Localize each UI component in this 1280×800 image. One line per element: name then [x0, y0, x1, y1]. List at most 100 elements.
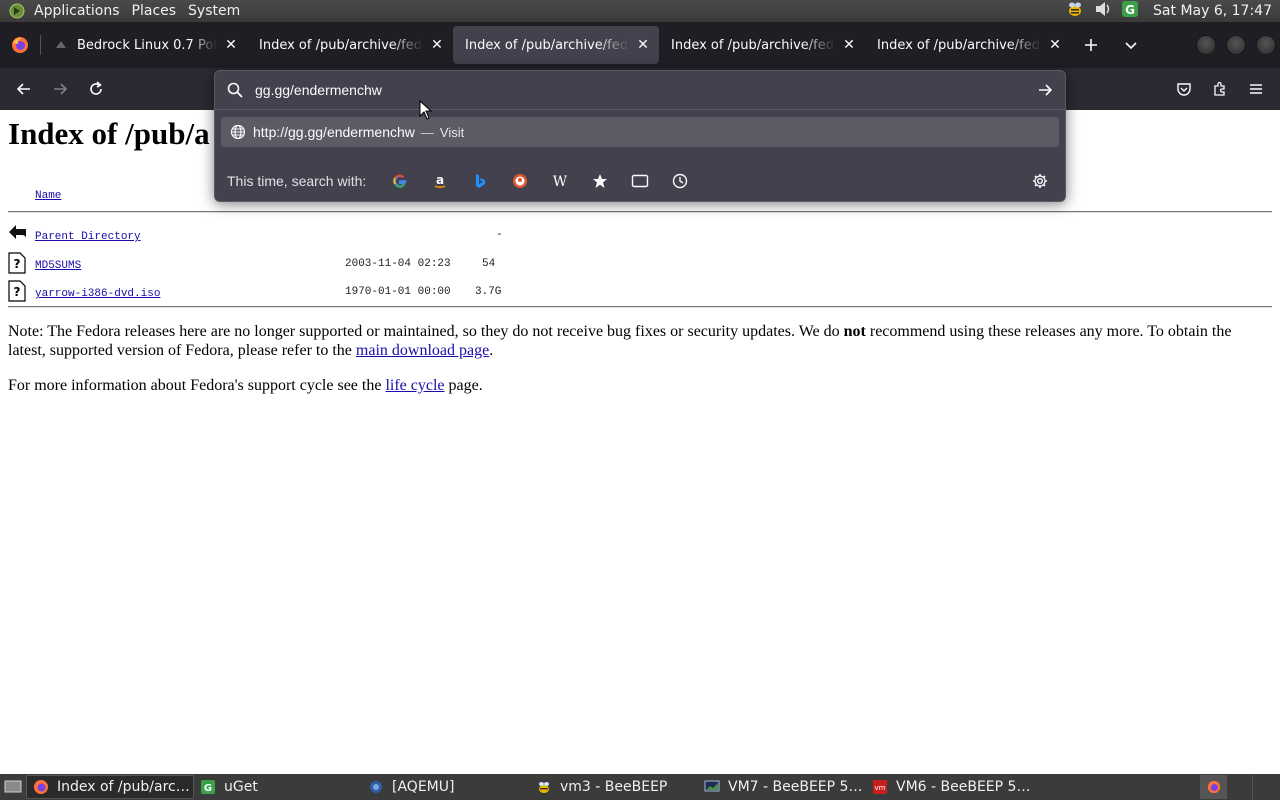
reload-icon — [90, 81, 102, 95]
aqemu-icon — [368, 779, 384, 795]
close-tab-icon[interactable]: ✕ — [841, 37, 857, 53]
workspace-switcher — [1200, 775, 1280, 799]
svg-text:vm: vm — [875, 784, 886, 792]
clock[interactable]: Sat May 6, 17:47 — [1153, 3, 1272, 19]
extensions-button[interactable] — [1202, 73, 1238, 105]
distro-logo-icon[interactable] — [6, 0, 28, 22]
globe-icon — [223, 124, 253, 140]
history-icon[interactable] — [660, 166, 700, 196]
bookmarks-icon[interactable] — [580, 166, 620, 196]
task-label: VM7 - BeeBEEP 5.8.6 — [728, 779, 866, 795]
firefox-logo-icon — [0, 22, 40, 68]
beebeep-icon — [536, 779, 552, 795]
file-date: 2003-11-04 02:23 — [345, 258, 451, 270]
maximize-button[interactable] — [1226, 35, 1246, 55]
task-label: VM6 - BeeBEEP 5.8.6 — [896, 779, 1034, 795]
divider — [215, 109, 1065, 110]
task-label: [AQEMU] — [392, 779, 455, 795]
column-header-name[interactable]: Name — [35, 190, 61, 202]
close-tab-icon[interactable]: ✕ — [429, 37, 445, 53]
tab-title: Index of /pub/archive/fedora/ — [465, 37, 629, 53]
bee-icon[interactable] — [1065, 0, 1085, 22]
amazon-icon[interactable]: a — [420, 166, 460, 196]
go-arrow-icon[interactable] — [1025, 82, 1065, 98]
tab-fedora-1[interactable]: Index of /pub/archive/fedora/ ✕ — [247, 26, 453, 64]
close-tab-icon[interactable]: ✕ — [635, 37, 651, 53]
tab-fedora-4[interactable]: Index of /pub/archive/fedora/ ✕ — [865, 26, 1071, 64]
bing-icon[interactable] — [460, 166, 500, 196]
menu-applications[interactable]: Applications — [28, 0, 126, 22]
svg-text:G: G — [1125, 3, 1135, 17]
wikipedia-icon[interactable]: W — [540, 166, 580, 196]
tab-bar: Bedrock Linux 0.7 Poki li ✕ Index of /pu… — [0, 22, 1280, 68]
taskbar: Index of /pub/archive... G uGet [AQEMU] … — [0, 774, 1280, 800]
file-link-yarrow-iso[interactable]: yarrow-i386-dvd.iso — [35, 288, 160, 300]
uget-tray-icon[interactable]: G — [1121, 0, 1139, 22]
note-text: . — [489, 342, 494, 359]
puzzle-icon — [1214, 81, 1225, 96]
file-date: 1970-01-01 00:00 — [345, 286, 451, 298]
workspace-1[interactable] — [1200, 775, 1226, 799]
svg-text:W: W — [553, 174, 568, 189]
url-suggestion-row[interactable]: http://gg.gg/endermenchw — Visit — [221, 117, 1059, 147]
divider — [8, 211, 1272, 213]
pocket-icon — [1177, 83, 1191, 96]
reload-button[interactable] — [78, 73, 114, 105]
task-uget[interactable]: G uGet — [194, 775, 362, 799]
new-tab-button[interactable] — [1071, 26, 1111, 64]
lifecycle-note: For more information about Fedora's supp… — [8, 376, 1272, 395]
suggestion-action: Visit — [439, 124, 465, 140]
workspace-2[interactable] — [1226, 775, 1252, 799]
file-link-md5sums[interactable]: MD5SUMS — [35, 260, 81, 272]
support-note: Note: The Fedora releases here are no lo… — [8, 322, 1272, 360]
volume-icon[interactable] — [1093, 0, 1113, 22]
close-tab-icon[interactable]: ✕ — [1047, 37, 1063, 53]
url-input[interactable] — [255, 71, 1025, 109]
life-cycle-link[interactable]: life cycle — [385, 377, 444, 394]
tab-bedrock[interactable]: Bedrock Linux 0.7 Poki li ✕ — [41, 26, 247, 64]
pocket-button[interactable] — [1166, 73, 1202, 105]
back-arrow-icon — [16, 83, 30, 95]
back-button[interactable] — [6, 73, 42, 105]
close-window-button[interactable] — [1256, 35, 1276, 55]
search-icon — [215, 82, 255, 98]
minimize-button[interactable] — [1196, 35, 1216, 55]
file-size: - — [496, 229, 503, 241]
task-firefox[interactable]: Index of /pub/archive... — [26, 775, 194, 799]
table-row: Parent Directory - — [8, 225, 608, 251]
firefox-icon — [33, 779, 49, 795]
back-arrow-icon — [8, 223, 28, 245]
file-link-parent-directory[interactable]: Parent Directory — [35, 231, 141, 243]
task-aqemu[interactable]: [AQEMU] — [362, 775, 530, 799]
tabs-icon[interactable] — [620, 166, 660, 196]
page-content: Index of /pub/a Name Parent Directory - … — [0, 110, 1280, 774]
vm-red-icon: vm — [872, 779, 888, 795]
list-all-tabs-button[interactable] — [1111, 26, 1151, 64]
gear-icon[interactable] — [1025, 173, 1055, 189]
vm-monitor-icon — [704, 779, 720, 795]
suggestion-url: http://gg.gg/endermenchw — [253, 124, 415, 140]
suggestion-separator: — — [420, 124, 434, 140]
tab-fedora-2-active[interactable]: Index of /pub/archive/fedora/ ✕ — [453, 26, 659, 64]
file-size: 3.7G — [475, 286, 502, 298]
main-download-link[interactable]: main download page — [356, 342, 489, 359]
app-menu-button[interactable] — [1238, 73, 1274, 105]
search-with-label: This time, search with: — [227, 173, 367, 189]
note-text: Note: The Fedora releases here are no lo… — [8, 323, 844, 340]
task-vm7-beebeep[interactable]: VM7 - BeeBEEP 5.8.6 — [698, 775, 866, 799]
urlbar-dropdown: http://gg.gg/endermenchw — Visit This ti… — [214, 70, 1066, 202]
duckduckgo-icon[interactable] — [500, 166, 540, 196]
task-vm3-beebeep[interactable]: vm3 - BeeBEEP — [530, 775, 698, 799]
show-desktop-button[interactable] — [0, 774, 26, 800]
note-emphasis: not — [843, 323, 866, 340]
forward-button[interactable] — [42, 73, 78, 105]
menu-places[interactable]: Places — [126, 0, 183, 22]
close-tab-icon[interactable]: ✕ — [223, 37, 239, 53]
workspace-3[interactable] — [1252, 775, 1278, 799]
tab-title: Index of /pub/archive/fedora/ — [671, 37, 835, 53]
menu-system[interactable]: System — [182, 0, 246, 22]
hamburger-menu-icon — [1250, 84, 1262, 94]
task-vm6-beebeep[interactable]: vm VM6 - BeeBEEP 5.8.6 — [866, 775, 1034, 799]
tab-fedora-3[interactable]: Index of /pub/archive/fedora/ ✕ — [659, 26, 865, 64]
google-icon[interactable] — [380, 166, 420, 196]
